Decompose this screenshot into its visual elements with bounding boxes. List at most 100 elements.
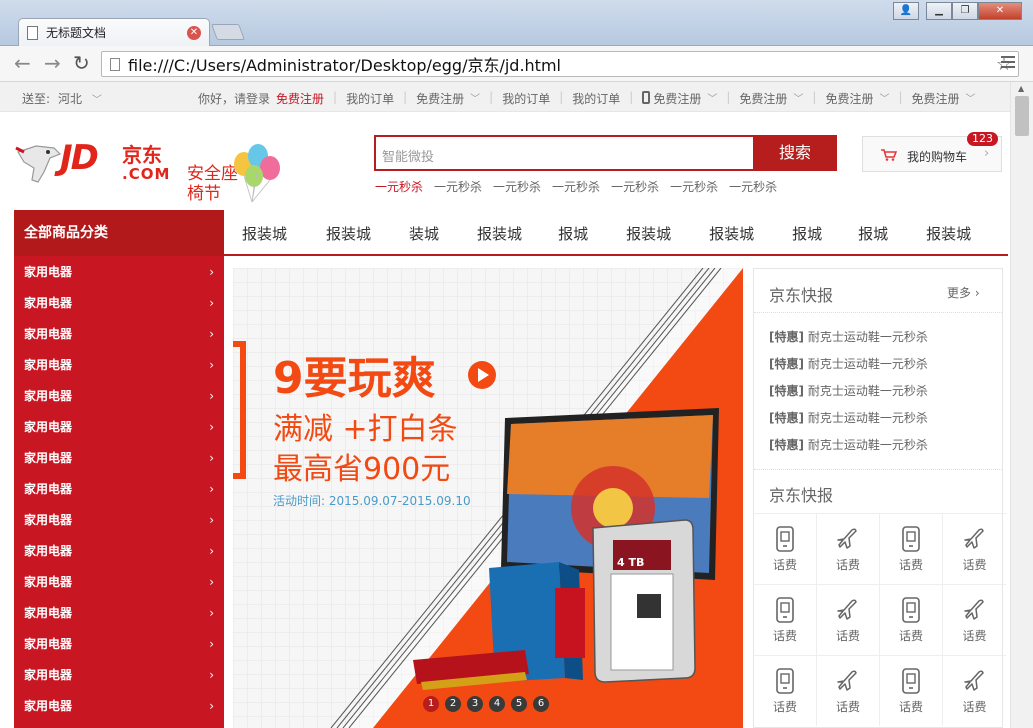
category-item[interactable]: 家用电器 › (14, 535, 224, 566)
location-selector[interactable]: 送至: 河北 ﹀ (22, 90, 102, 107)
hotword-link[interactable]: 一元秒杀 (670, 178, 718, 195)
service-item[interactable]: 话费 (880, 655, 943, 726)
category-item[interactable]: 家用电器 › (14, 349, 224, 380)
nav-item[interactable]: 报城 (558, 223, 588, 244)
category-item[interactable]: 家用电器 › (14, 690, 224, 721)
service-item[interactable]: 话费 (754, 584, 817, 655)
profile-icon[interactable]: 👤 (893, 2, 919, 20)
service-item[interactable]: 话费 (754, 513, 817, 584)
service-item[interactable]: 话费 (943, 584, 1006, 655)
reload-icon[interactable]: ↻ (73, 52, 90, 74)
news-text: 耐克士运动鞋一元秒杀 (807, 438, 928, 452)
slide-dot[interactable]: 3 (467, 696, 483, 712)
service-item[interactable]: 话费 (880, 513, 943, 584)
back-icon[interactable]: ← (14, 52, 31, 74)
cart-button[interactable]: 我的购物车 › 123 (862, 132, 1002, 172)
news-tag: [特惠] (769, 384, 804, 398)
category-label: 家用电器 (24, 513, 73, 527)
address-bar[interactable]: file:///C:/Users/Administrator/Desktop/e… (101, 51, 1019, 77)
slide-dot[interactable]: 5 (511, 696, 527, 712)
shortcut-link[interactable]: 我的订单 (572, 90, 620, 107)
forward-icon[interactable]: → (44, 52, 61, 74)
nav-item[interactable]: 装城 (409, 223, 439, 244)
service-item[interactable]: 话费 (943, 655, 1006, 726)
category-item[interactable]: 家用电器 › (14, 473, 224, 504)
all-categories-tab[interactable]: 全部商品分类 (14, 210, 224, 256)
shortcut-link[interactable]: 免费注册 (825, 90, 873, 107)
category-label: 家用电器 (24, 606, 73, 620)
service-item[interactable]: 话费 (817, 655, 880, 726)
news-more-link[interactable]: 更多 › (947, 284, 980, 301)
category-item[interactable]: 家用电器 › (14, 659, 224, 690)
hotword-link[interactable]: 一元秒杀 (611, 178, 659, 195)
login-link[interactable]: 你好，请登录 (198, 90, 270, 107)
search-input[interactable]: 智能微投 (382, 146, 434, 165)
scrollbar-thumb[interactable] (1015, 96, 1029, 136)
service-item[interactable]: 话费 (880, 584, 943, 655)
nav-item[interactable]: 报装城 (242, 223, 287, 244)
shortcut-link[interactable]: 我的订单 (346, 90, 394, 107)
slide-dot[interactable]: 6 (533, 696, 549, 712)
shortcut-link[interactable]: 免费注册 (416, 90, 464, 107)
browser-tab[interactable]: 无标题文档 ✕ (18, 18, 210, 46)
category-item[interactable]: 家用电器 › (14, 380, 224, 411)
category-item[interactable]: 家用电器 › (14, 597, 224, 628)
news-item[interactable]: [特惠] 耐克士运动鞋一元秒杀 (769, 382, 928, 409)
phone-bill-icon (754, 597, 816, 623)
news-item[interactable]: [特惠] 耐克士运动鞋一元秒杀 (769, 355, 928, 382)
category-item[interactable]: 家用电器 › (14, 628, 224, 659)
category-label: 家用电器 (24, 668, 73, 682)
hotword-link[interactable]: 一元秒杀 (729, 178, 777, 195)
category-item[interactable]: 家用电器 › (14, 256, 224, 287)
category-item[interactable]: 家用电器 › (14, 442, 224, 473)
slide-dot[interactable]: 4 (489, 696, 505, 712)
shortcut-bar: 送至: 河北 ﹀ 你好，请登录 免费注册 | 我的订单 | 免费注册 ﹀ | 我的订… (0, 82, 1010, 112)
shortcut-link[interactable]: 免费注册 (912, 90, 960, 107)
category-item[interactable]: 家用电器 › (14, 504, 224, 535)
category-sidebar: 家用电器 › 家用电器 › 家用电器 › 家用电器 › 家用电器 › 家用电器 › 家用电器 › 家用电器 ›… (14, 256, 224, 728)
nav-item[interactable]: 报装城 (326, 223, 371, 244)
register-link[interactable]: 免费注册 (276, 90, 324, 107)
close-window-icon[interactable]: ✕ (978, 2, 1022, 20)
url-text: file:///C:/Users/Administrator/Desktop/e… (128, 56, 561, 75)
nav-item[interactable]: 报装城 (477, 223, 522, 244)
news-list: [特惠] 耐克士运动鞋一元秒杀 [特惠] 耐克士运动鞋一元秒杀 [特惠] 耐克士运动… (769, 328, 928, 463)
search-button[interactable]: 搜索 (753, 135, 837, 171)
promo-banner[interactable]: 9要玩爽 满减 +打白条 最高省900元 活动时间: 2015.09.07-20… (233, 268, 743, 728)
category-item[interactable]: 家用电器 › (14, 287, 224, 318)
nav-item[interactable]: 报装城 (709, 223, 754, 244)
service-item[interactable]: 话费 (817, 584, 880, 655)
news-item[interactable]: [特惠] 耐克士运动鞋一元秒杀 (769, 436, 928, 463)
service-item[interactable]: 话费 (754, 655, 817, 726)
tab-close-icon[interactable]: ✕ (187, 25, 201, 40)
shortcut-link[interactable]: 我的订单 (502, 90, 550, 107)
hotword-link[interactable]: 一元秒杀 (375, 178, 423, 195)
category-item[interactable]: 家用电器 › (14, 411, 224, 442)
nav-item[interactable]: 报城 (858, 223, 888, 244)
shortcut-link[interactable]: 免费注册 (653, 90, 701, 107)
slide-dot[interactable]: 2 (445, 696, 461, 712)
hotword-link[interactable]: 一元秒杀 (493, 178, 541, 195)
category-item[interactable]: 家用电器 › (14, 566, 224, 597)
nav-item[interactable]: 报城 (792, 223, 822, 244)
new-tab-button[interactable] (211, 24, 245, 40)
nav-item[interactable]: 报装城 (926, 223, 971, 244)
shortcut-link[interactable]: 免费注册 (739, 90, 787, 107)
news-item[interactable]: [特惠] 耐克士运动鞋一元秒杀 (769, 409, 928, 436)
slide-dot[interactable]: 1 (423, 696, 439, 712)
scroll-up-icon[interactable]: ▲ (1018, 84, 1024, 93)
chevron-right-icon: › (209, 543, 214, 558)
news-item[interactable]: [特惠] 耐克士运动鞋一元秒杀 (769, 328, 928, 355)
maximize-icon[interactable]: ❐ (952, 2, 978, 20)
service-item[interactable]: 话费 (943, 513, 1006, 584)
minimize-icon[interactable]: ▁ (926, 2, 952, 20)
category-label: 家用电器 (24, 575, 73, 589)
news-tag: [特惠] (769, 438, 804, 452)
hotword-link[interactable]: 一元秒杀 (434, 178, 482, 195)
page-scrollbar[interactable]: ▲ (1010, 82, 1033, 728)
category-item[interactable]: 家用电器 › (14, 318, 224, 349)
browser-menu-icon[interactable] (1001, 56, 1015, 71)
hotword-link[interactable]: 一元秒杀 (552, 178, 600, 195)
nav-item[interactable]: 报装城 (626, 223, 671, 244)
service-item[interactable]: 话费 (817, 513, 880, 584)
